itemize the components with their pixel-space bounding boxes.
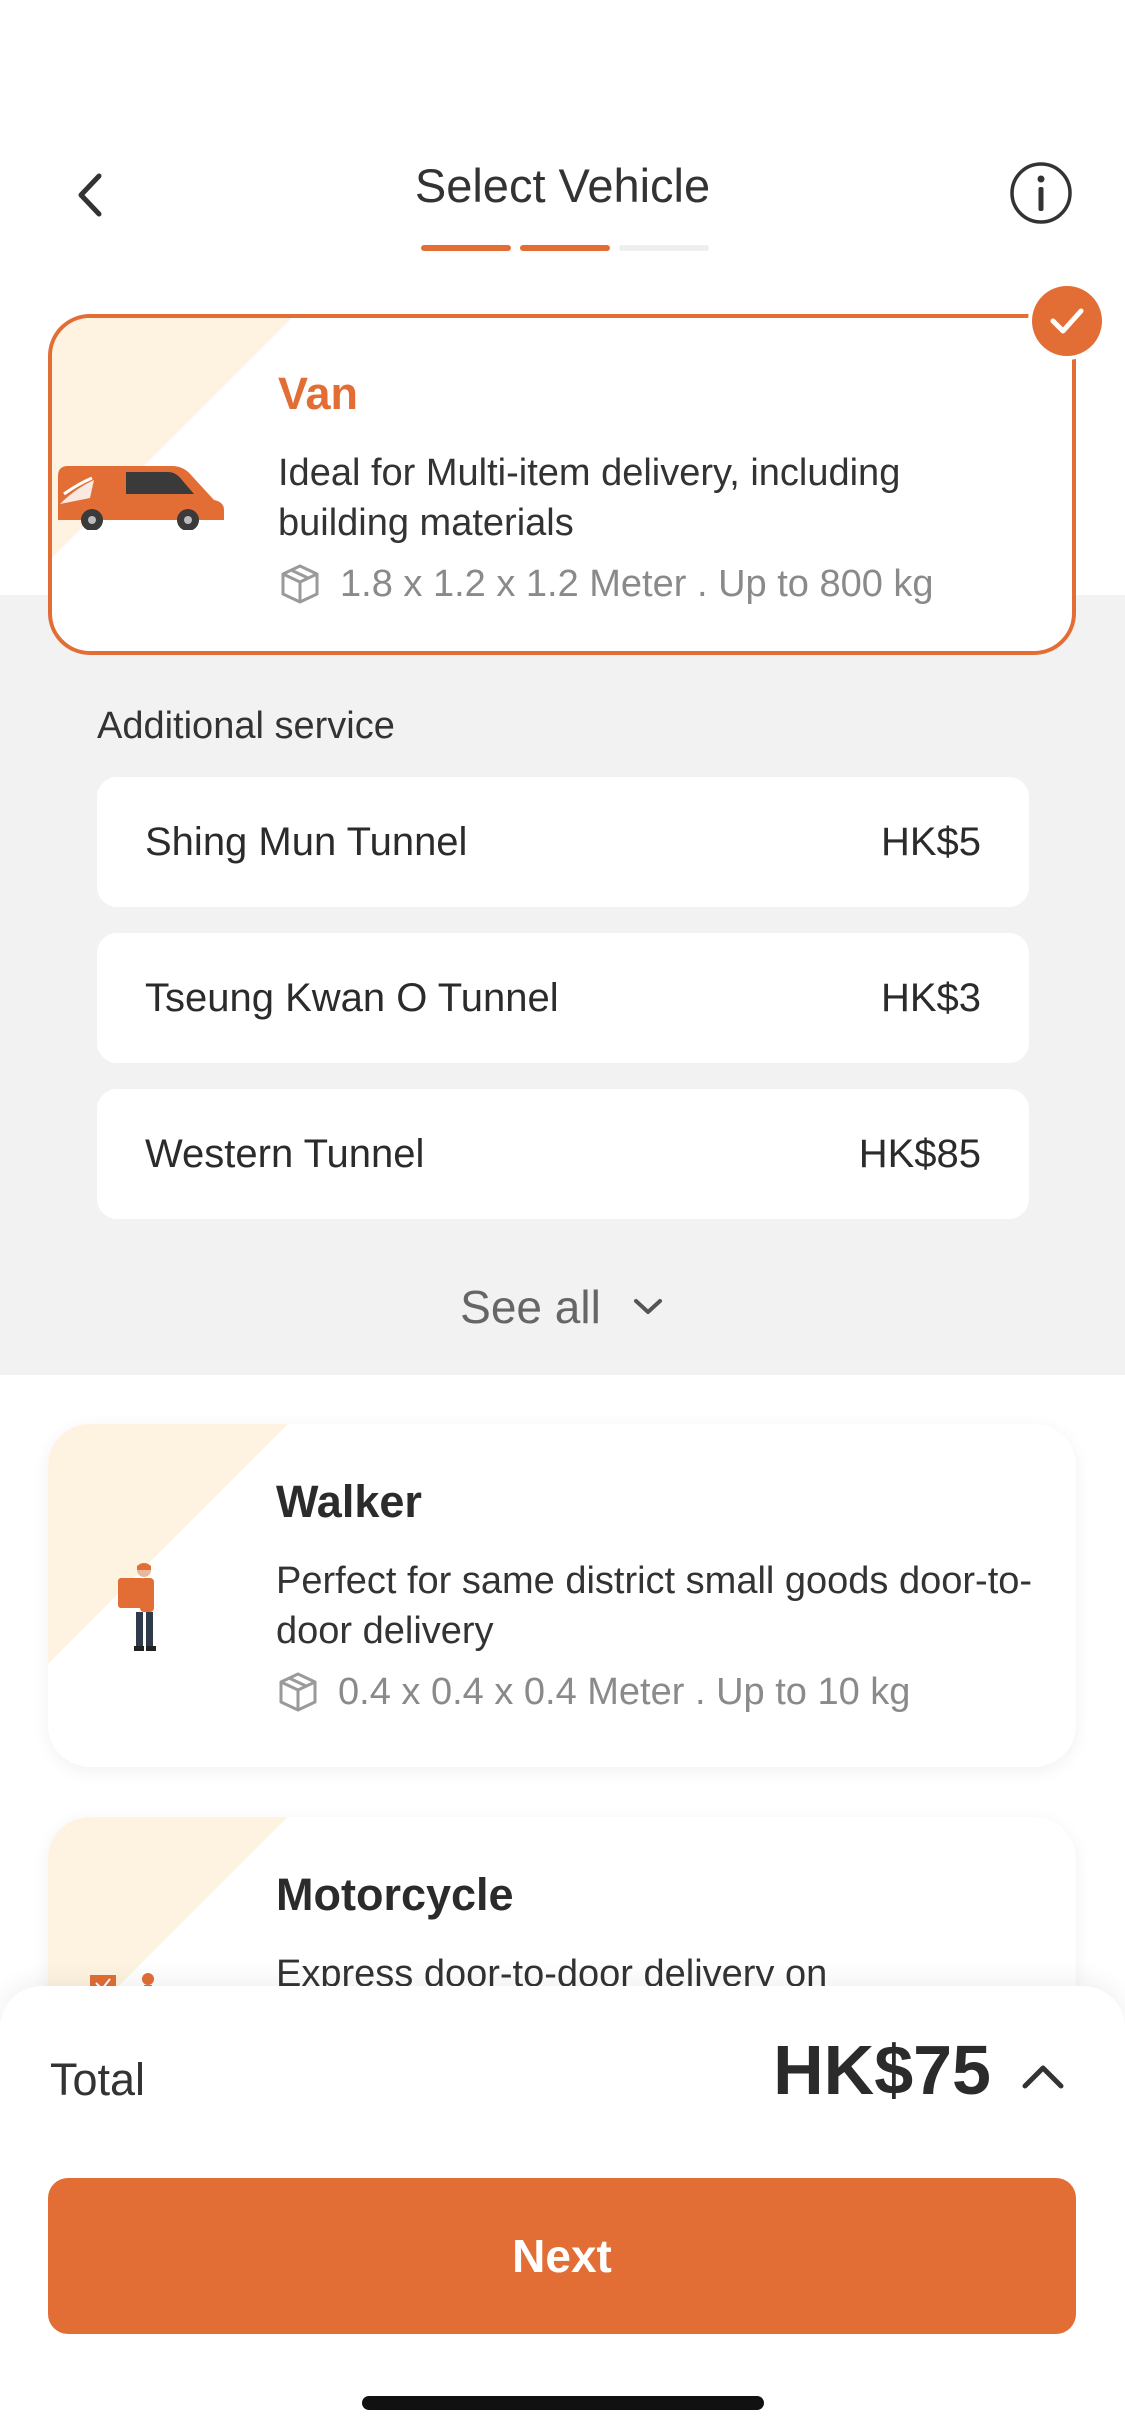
service-price: HK$85 [858, 1131, 981, 1176]
service-row-tseung-kwan-o-tunnel[interactable]: Tseung Kwan O Tunnel HK$3 [97, 933, 1029, 1063]
service-price: HK$3 [880, 975, 981, 1020]
vehicle-name: Motorcycle [276, 1869, 514, 1920]
vehicle-name: Van [278, 368, 359, 419]
service-row-western-tunnel[interactable]: Western Tunnel HK$85 [97, 1089, 1029, 1219]
additional-service-title: Additional service [97, 705, 395, 747]
walker-icon [118, 1563, 156, 1651]
step-indicator [421, 245, 511, 251]
step-indicator [619, 245, 709, 251]
chevron-up-icon [1022, 2065, 1064, 2089]
box-icon [279, 1672, 317, 1712]
service-row-shing-mun-tunnel[interactable]: Shing Mun Tunnel HK$5 [97, 777, 1029, 907]
service-name: Shing Mun Tunnel [145, 819, 468, 864]
chevron-down-icon [633, 1299, 662, 1314]
total-value: HK$75 [773, 2031, 991, 2109]
page-title: Select Vehicle [414, 159, 711, 212]
vehicle-spec: 0.4 x 0.4 x 0.4 Meter . Up to 10 kg [276, 1670, 910, 1714]
vehicle-spec-text: 1.8 x 1.2 x 1.2 Meter . Up to 800 kg [340, 562, 934, 605]
box-icon [281, 564, 319, 604]
vehicle-card-van[interactable]: Van Ideal for Multi-item delivery, inclu… [48, 314, 1076, 655]
vehicle-spec: 1.8 x 1.2 x 1.2 Meter . Up to 800 kg [278, 562, 934, 606]
vehicle-description: Perfect for same district small goods do… [276, 1560, 1033, 1652]
service-name: Tseung Kwan O Tunnel [145, 975, 559, 1020]
home-indicator [362, 2396, 764, 2410]
see-all-button[interactable]: See all [0, 1280, 1125, 1334]
info-icon [1010, 162, 1072, 224]
progress-stepper [421, 245, 709, 251]
service-name: Western Tunnel [145, 1131, 425, 1176]
card-corner-decoration [48, 1424, 288, 1664]
vehicle-description: Ideal for Multi-item delivery, including… [278, 452, 901, 544]
van-icon [58, 466, 224, 530]
total-label: Total [50, 2054, 146, 2105]
bottom-sheet: Total HK$75 Next [0, 1986, 1125, 2436]
check-icon [1050, 308, 1084, 334]
info-button[interactable] [1008, 160, 1074, 226]
see-all-label: See all [460, 1281, 601, 1333]
service-price: HK$5 [880, 819, 981, 864]
step-indicator [520, 245, 610, 251]
vehicle-name: Walker [276, 1476, 422, 1527]
next-button[interactable]: Next [48, 2178, 1076, 2334]
header: Select Vehicle [0, 0, 1125, 300]
vehicle-spec-text: 0.4 x 0.4 x 0.4 Meter . Up to 10 kg [338, 1670, 911, 1713]
expand-total-button[interactable] [1018, 2052, 1068, 2102]
selected-check-badge [1032, 286, 1102, 356]
vehicle-card-walker[interactable]: Walker Perfect for same district small g… [48, 1424, 1076, 1767]
